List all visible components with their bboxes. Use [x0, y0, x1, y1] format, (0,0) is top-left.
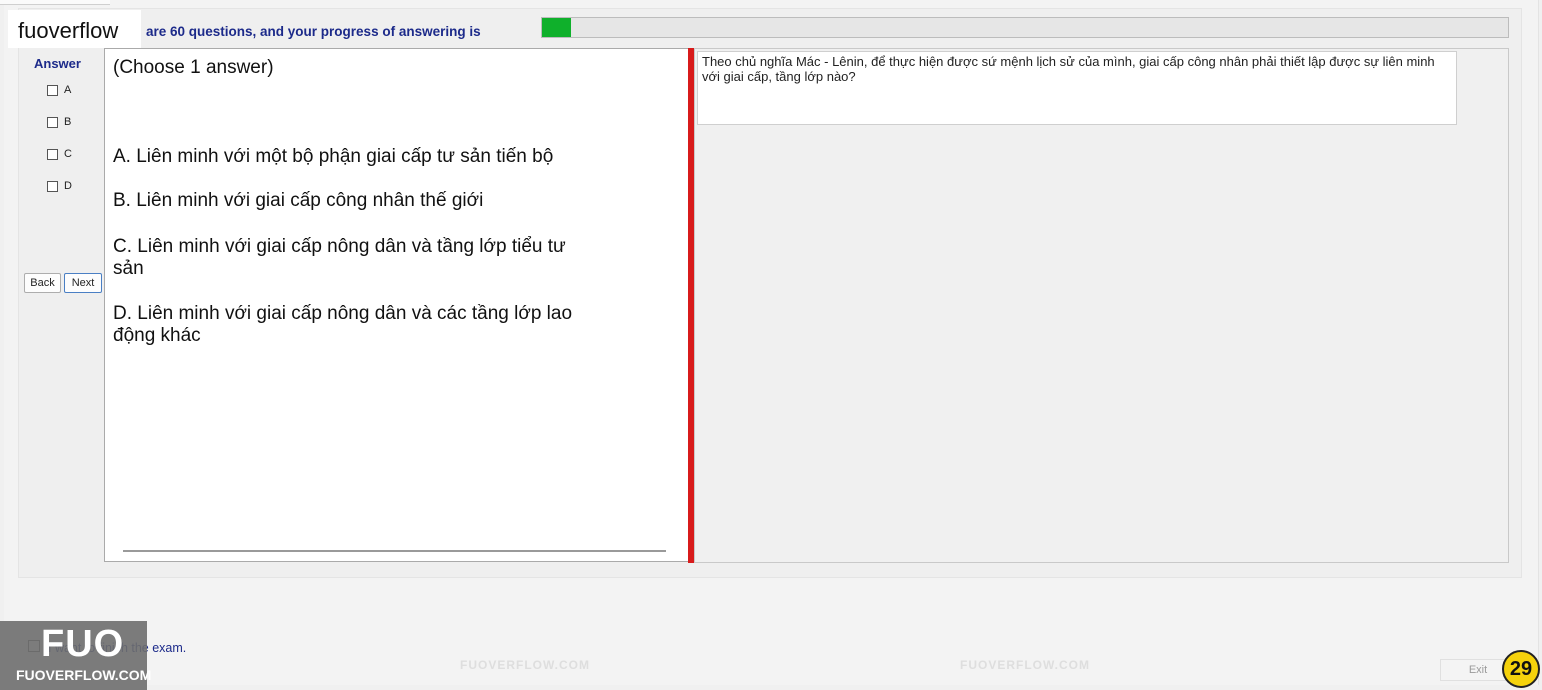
brand-name: fuoverflow [18, 18, 119, 43]
option-label-b: B [64, 116, 72, 128]
answer-text-b: B. Liên minh với giai cấp công nhân thế … [113, 190, 484, 211]
watermark: FUOVERFLOW.COM [960, 658, 1090, 672]
logo-fuo-text: FUO [41, 623, 125, 665]
answer-option-b[interactable]: B [47, 116, 71, 128]
logo-site-text: FUOVERFLOW.COM [16, 667, 152, 683]
answer-option-a[interactable]: A [47, 84, 71, 96]
answer-text-c: C. Liên minh với giai cấp nông dân và tầ… [113, 236, 566, 279]
option-label-d: D [64, 180, 72, 192]
choose-instruction: (Choose 1 answer) [113, 57, 274, 78]
progress-text: are 60 questions, and your progress of a… [146, 24, 481, 39]
answer-option-c[interactable]: C [47, 148, 72, 160]
progress-bar [541, 17, 1509, 38]
answer-text-d: D. Liên minh với giai cấp nông dân và cá… [113, 303, 573, 346]
answers-panel: (Choose 1 answer) A. Liên minh với một b… [104, 48, 688, 562]
question-area: Theo chủ nghĩa Mác - Lênin, để thực hiện… [694, 48, 1509, 563]
option-label-c: C [64, 148, 72, 160]
back-button[interactable]: Back [24, 273, 61, 293]
option-label-a: A [64, 84, 72, 96]
answer-text-a: A. Liên minh với một bộ phận giai cấp tư… [113, 146, 554, 167]
next-button[interactable]: Next [64, 273, 102, 293]
watermark: FUOVERFLOW.COM [460, 658, 590, 672]
checkbox-d[interactable] [47, 180, 58, 192]
horizontal-scrollbar[interactable] [123, 550, 666, 552]
progress-fill [542, 18, 571, 37]
checkbox-c[interactable] [47, 148, 58, 160]
top-tab [0, 0, 110, 5]
timer-badge: 29 [1502, 650, 1540, 688]
checkbox-a[interactable] [47, 84, 58, 96]
answer-option-d[interactable]: D [47, 180, 72, 192]
checkbox-b[interactable] [47, 116, 58, 128]
question-text: Theo chủ nghĩa Mác - Lênin, để thực hiện… [697, 51, 1457, 125]
fuo-logo: FUO FUOVERFLOW.COM [0, 621, 151, 690]
answer-label: Answer [34, 56, 81, 71]
